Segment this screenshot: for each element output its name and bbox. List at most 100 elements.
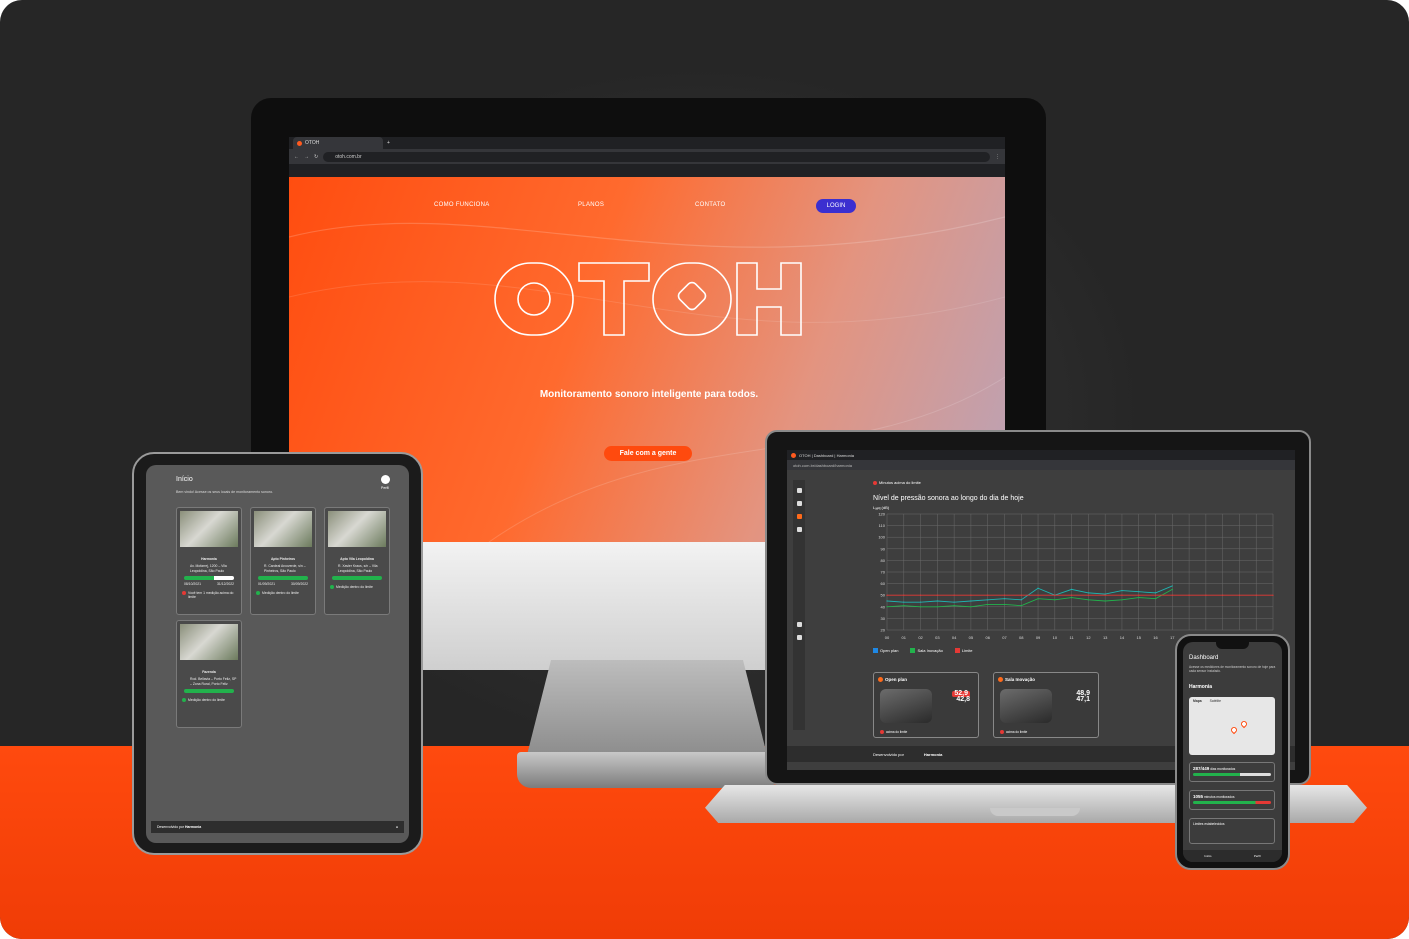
reports-icon[interactable] [796, 527, 802, 532]
series-point [1071, 596, 1073, 599]
imac-chin [422, 540, 772, 670]
nav-contato[interactable]: CONTATO [695, 202, 725, 208]
footer-dev-label: Desenvolvido por [873, 751, 904, 757]
series-point [953, 605, 955, 607]
device-card-open-plan[interactable]: Open plan 52,9 42,8 acima do limite [873, 672, 979, 738]
nav-perfil[interactable]: Perfil [1254, 854, 1261, 858]
satellite-tab[interactable]: Satélite [1210, 699, 1221, 703]
series-point [987, 594, 989, 596]
otoh-favicon-icon [297, 140, 302, 146]
phone-title: Dashboard [1189, 655, 1219, 661]
series-point [1003, 603, 1006, 606]
profile-button[interactable]: Perfil [376, 475, 394, 490]
period-bar [184, 576, 234, 580]
document-icon[interactable] [796, 635, 802, 640]
series-line [886, 585, 1173, 603]
series-point [1037, 587, 1039, 589]
tab-title: OTOH [305, 140, 320, 146]
location-address: Av. Mofarrej, 1200 – Vila Leopoldina, Sã… [190, 564, 227, 573]
series-point [1238, 594, 1241, 596]
bell-icon[interactable] [796, 501, 802, 506]
y-tick-label: 80 [881, 558, 886, 563]
location-card[interactable]: Fazenda Rod. Bellavia – Porto Feliz, SP … [176, 620, 242, 728]
y-tick-label: 40 [881, 604, 886, 609]
forward-icon[interactable]: → [304, 154, 309, 160]
url-field[interactable]: otoh.com.br [323, 151, 990, 162]
nav-como-funciona[interactable]: COMO FUNCIONA [434, 202, 490, 208]
phone-map[interactable]: Mapa Satélite [1189, 697, 1275, 755]
series-point [987, 599, 989, 601]
location-status: Você tem 1 medição acima do limite [180, 591, 238, 599]
phone-notch [1216, 642, 1249, 649]
reload-icon[interactable]: ↻ [314, 154, 318, 160]
series-point [1205, 594, 1207, 596]
x-tick-label: 06 [985, 635, 990, 640]
chart-legend: Open plan Sala Inovação Limite [873, 648, 973, 654]
series-point [1037, 594, 1039, 596]
series-point [1087, 594, 1089, 596]
laptop-tab-title[interactable]: OTOH | Dashboard | Harmonia [799, 453, 854, 458]
series-point [1104, 593, 1106, 595]
series-point [1154, 594, 1157, 596]
back-icon[interactable]: ← [294, 154, 299, 160]
otoh-favicon-icon [791, 452, 796, 458]
footer-instagram-icon[interactable]: ● [396, 825, 398, 829]
nav-planos[interactable]: PLANOS [578, 202, 604, 208]
y-tick-label: 60 [881, 581, 886, 586]
laptop-address-bar[interactable]: otoh.com.br/dashboard/harmonia [787, 460, 1295, 470]
device-card-sala-inovacao[interactable]: Sala Inovação 48,9 47,1 acima do limite [993, 672, 1099, 738]
tablet-screen: Início Bem vindo! Acesse os seus locais … [146, 465, 409, 843]
y-tick-label: 100 [878, 535, 885, 540]
sound-level-chart: 20 30 40 50 60 70 80 90 100 110 120 00 01 02 03 04 05 06 0… [878, 512, 1275, 640]
device-name: Sala Inovação [998, 677, 1094, 682]
settings-icon[interactable] [796, 622, 802, 627]
extensions-icon[interactable]: ⋮ [995, 154, 1000, 160]
footer-brand: Harmonia [185, 825, 202, 829]
map-tab[interactable]: Mapa [1193, 699, 1202, 703]
days-bar [1193, 773, 1271, 776]
location-card[interactable]: Apto Pinheiros R. Cardeal Arcoverde, s/n… [250, 507, 316, 615]
series-point [1121, 599, 1123, 601]
x-tick-label: 07 [1002, 635, 1007, 640]
mockup-stage: OTOH + ← → ↻ otoh.com.br ⋮ COMO FUNCIONA… [0, 0, 1409, 939]
footer-brand: Harmonia [923, 751, 943, 757]
fale-com-a-gente-button[interactable]: Fale com a gente [604, 446, 692, 461]
dashboard-icon[interactable] [796, 514, 802, 519]
home-icon[interactable] [796, 488, 802, 493]
series-point [1121, 594, 1123, 596]
location-card[interactable]: Harmonia Av. Mofarrej, 1200 – Vila Leopo… [176, 507, 242, 615]
location-card[interactable]: Apto Vila Leopoldina R. Xavier Kraus, s/… [324, 507, 390, 615]
map-pin-icon[interactable] [1229, 725, 1239, 735]
location-name: Apto Vila Leopoldina [340, 557, 374, 561]
chart-title: Nível de pressão sonora ao longo do dia … [873, 495, 1024, 502]
series-point [1171, 588, 1173, 590]
desktop-address-bar: ← → ↻ otoh.com.br ⋮ [289, 149, 1005, 164]
location-aerial-image [180, 624, 238, 660]
series-point [1003, 598, 1006, 600]
series-point [886, 606, 888, 608]
y-tick-label: 30 [881, 616, 886, 621]
device-foot: acima do limite [1000, 730, 1027, 734]
y-tick-label: 20 [881, 628, 886, 633]
nav-inicio[interactable]: Início [1204, 854, 1211, 858]
new-tab-icon[interactable]: + [387, 140, 390, 146]
x-tick-label: 09 [1036, 635, 1041, 640]
series-point [953, 594, 955, 596]
url-text: otoh.com.br [335, 153, 362, 160]
series-point [1071, 588, 1073, 590]
series-point [1272, 594, 1274, 596]
location-status: Medição dentro do limite [180, 698, 238, 702]
series-point [1087, 592, 1089, 594]
series-point [919, 594, 922, 596]
sensor-image [880, 689, 932, 723]
location-aerial-image [180, 511, 238, 547]
days-value: 287/449 [1193, 766, 1210, 771]
desktop-tab[interactable]: OTOH [293, 137, 383, 149]
x-tick-label: 05 [969, 635, 974, 640]
series-point [1054, 594, 1056, 596]
series-point [1020, 599, 1022, 601]
map-pin-icon[interactable] [1239, 719, 1249, 729]
laptop-notch [990, 808, 1080, 816]
login-button[interactable]: LOGIN [816, 199, 856, 213]
series-point [1121, 589, 1123, 592]
